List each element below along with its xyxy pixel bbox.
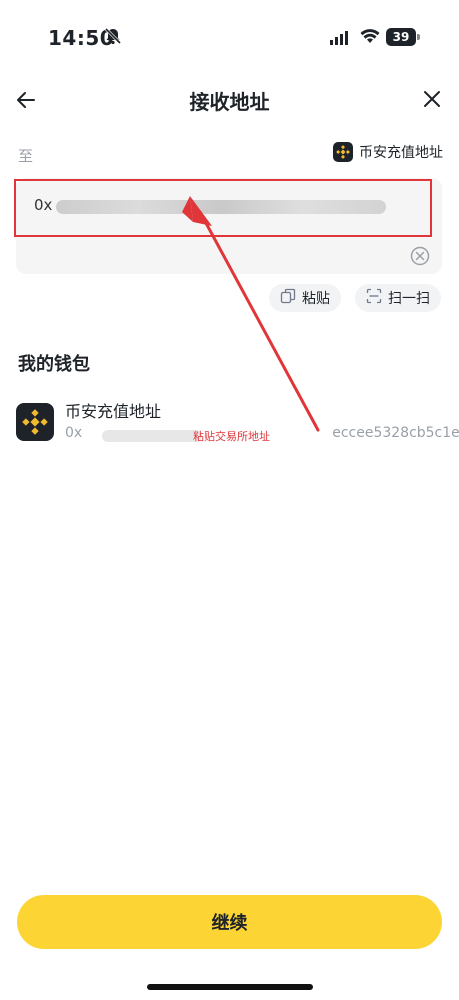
header: 接收地址 xyxy=(0,78,459,122)
paste-button[interactable]: 粘贴 xyxy=(269,284,341,312)
scan-button[interactable]: 扫一扫 xyxy=(355,284,441,312)
wallet-address-redaction xyxy=(102,430,202,442)
scan-label: 扫一扫 xyxy=(388,291,430,307)
signal-icon xyxy=(330,30,352,49)
page-title: 接收地址 xyxy=(189,90,270,114)
wallet-address-start: 0x xyxy=(65,425,83,441)
to-label: 至 xyxy=(18,147,34,165)
scan-icon xyxy=(366,288,382,308)
annotation-note: 粘贴交易所地址 xyxy=(193,430,270,443)
binance-logo-icon xyxy=(16,403,54,441)
wallet-section-title: 我的钱包 xyxy=(18,354,90,375)
continue-button[interactable]: 继续 xyxy=(17,895,442,949)
source-tag[interactable]: 币安充值地址 xyxy=(333,142,443,162)
source-tag-label: 币安充值地址 xyxy=(359,145,443,161)
clear-icon[interactable] xyxy=(410,246,430,266)
battery-cap xyxy=(417,34,420,40)
wallet-name: 币安充值地址 xyxy=(65,402,162,421)
wifi-icon xyxy=(360,28,380,48)
binance-logo-icon xyxy=(333,142,353,162)
status-bar: 14:50 39 xyxy=(0,0,459,70)
wallet-address-end: eccee5328cb5c1eca xyxy=(332,425,459,441)
bell-muted-icon xyxy=(104,27,122,49)
paste-label: 粘贴 xyxy=(302,291,330,307)
close-icon[interactable] xyxy=(421,88,443,110)
continue-label: 继续 xyxy=(211,913,248,934)
battery-icon: 39 xyxy=(386,28,416,46)
paste-icon xyxy=(280,288,296,308)
home-indicator xyxy=(147,984,313,990)
annotation-highlight-box xyxy=(14,179,432,237)
